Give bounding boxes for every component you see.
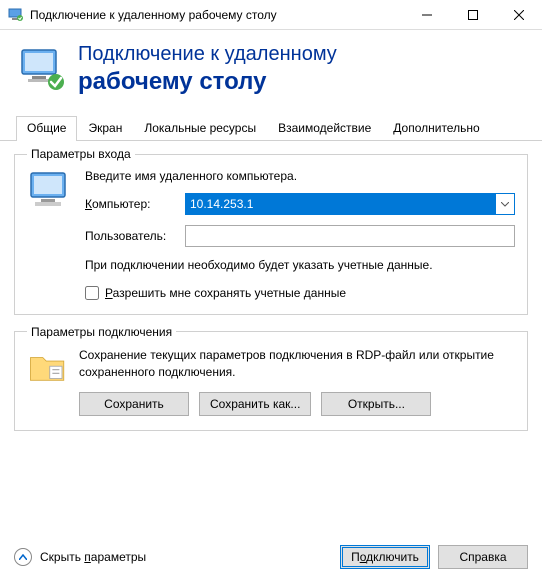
folder-icon (27, 347, 69, 389)
save-credentials-input[interactable] (85, 286, 99, 300)
tab-strip: Общие Экран Локальные ресурсы Взаимодейс… (0, 115, 542, 141)
user-label: Пользователь: (85, 229, 185, 243)
connection-group: Параметры подключения Сохранение текущих… (14, 325, 528, 432)
save-button[interactable]: Сохранить (79, 392, 189, 416)
tab-general[interactable]: Общие (16, 116, 77, 141)
tab-local-resources[interactable]: Локальные ресурсы (133, 116, 267, 141)
open-button[interactable]: Открыть... (321, 392, 431, 416)
computer-combo[interactable] (185, 193, 515, 215)
collapse-icon[interactable] (14, 548, 32, 566)
credentials-note: При подключении необходимо будет указать… (85, 257, 515, 274)
login-intro: Введите имя удаленного компьютера. (85, 169, 515, 183)
tab-experience[interactable]: Взаимодействие (267, 116, 382, 141)
rdp-icon (18, 46, 66, 94)
maximize-button[interactable] (450, 0, 496, 30)
save-credentials-checkbox[interactable]: Разрешить мне сохранять учетные данные (85, 286, 515, 300)
login-legend: Параметры входа (27, 147, 135, 161)
header-text: Подключение к удаленному рабочему столу (78, 42, 337, 97)
app-icon (8, 7, 24, 23)
connect-button[interactable]: Подключить (340, 545, 430, 569)
dialog-header: Подключение к удаленному рабочему столу (0, 30, 542, 115)
tab-display[interactable]: Экран (77, 116, 133, 141)
computer-icon (27, 169, 75, 217)
user-input[interactable] (185, 225, 515, 247)
login-group: Параметры входа Введите имя удаленного к… (14, 147, 528, 315)
chevron-down-icon[interactable] (496, 194, 514, 214)
tab-advanced[interactable]: Дополнительно (382, 116, 490, 141)
header-line2: рабочему столу (78, 67, 337, 97)
computer-input[interactable] (186, 194, 496, 214)
close-button[interactable] (496, 0, 542, 30)
window-title: Подключение к удаленному рабочему столу (30, 8, 404, 22)
hide-options-link[interactable]: Скрыть параметры (40, 550, 332, 564)
header-line1: Подключение к удаленному (78, 42, 337, 67)
dialog-footer: Скрыть параметры Подключить Справка (0, 535, 542, 579)
title-bar: Подключение к удаленному рабочему столу (0, 0, 542, 30)
connection-text: Сохранение текущих параметров подключени… (79, 347, 515, 381)
connection-legend: Параметры подключения (27, 325, 176, 339)
save-as-button[interactable]: Сохранить как... (199, 392, 311, 416)
help-button[interactable]: Справка (438, 545, 528, 569)
computer-label: Компьютер: (85, 197, 185, 211)
minimize-button[interactable] (404, 0, 450, 30)
